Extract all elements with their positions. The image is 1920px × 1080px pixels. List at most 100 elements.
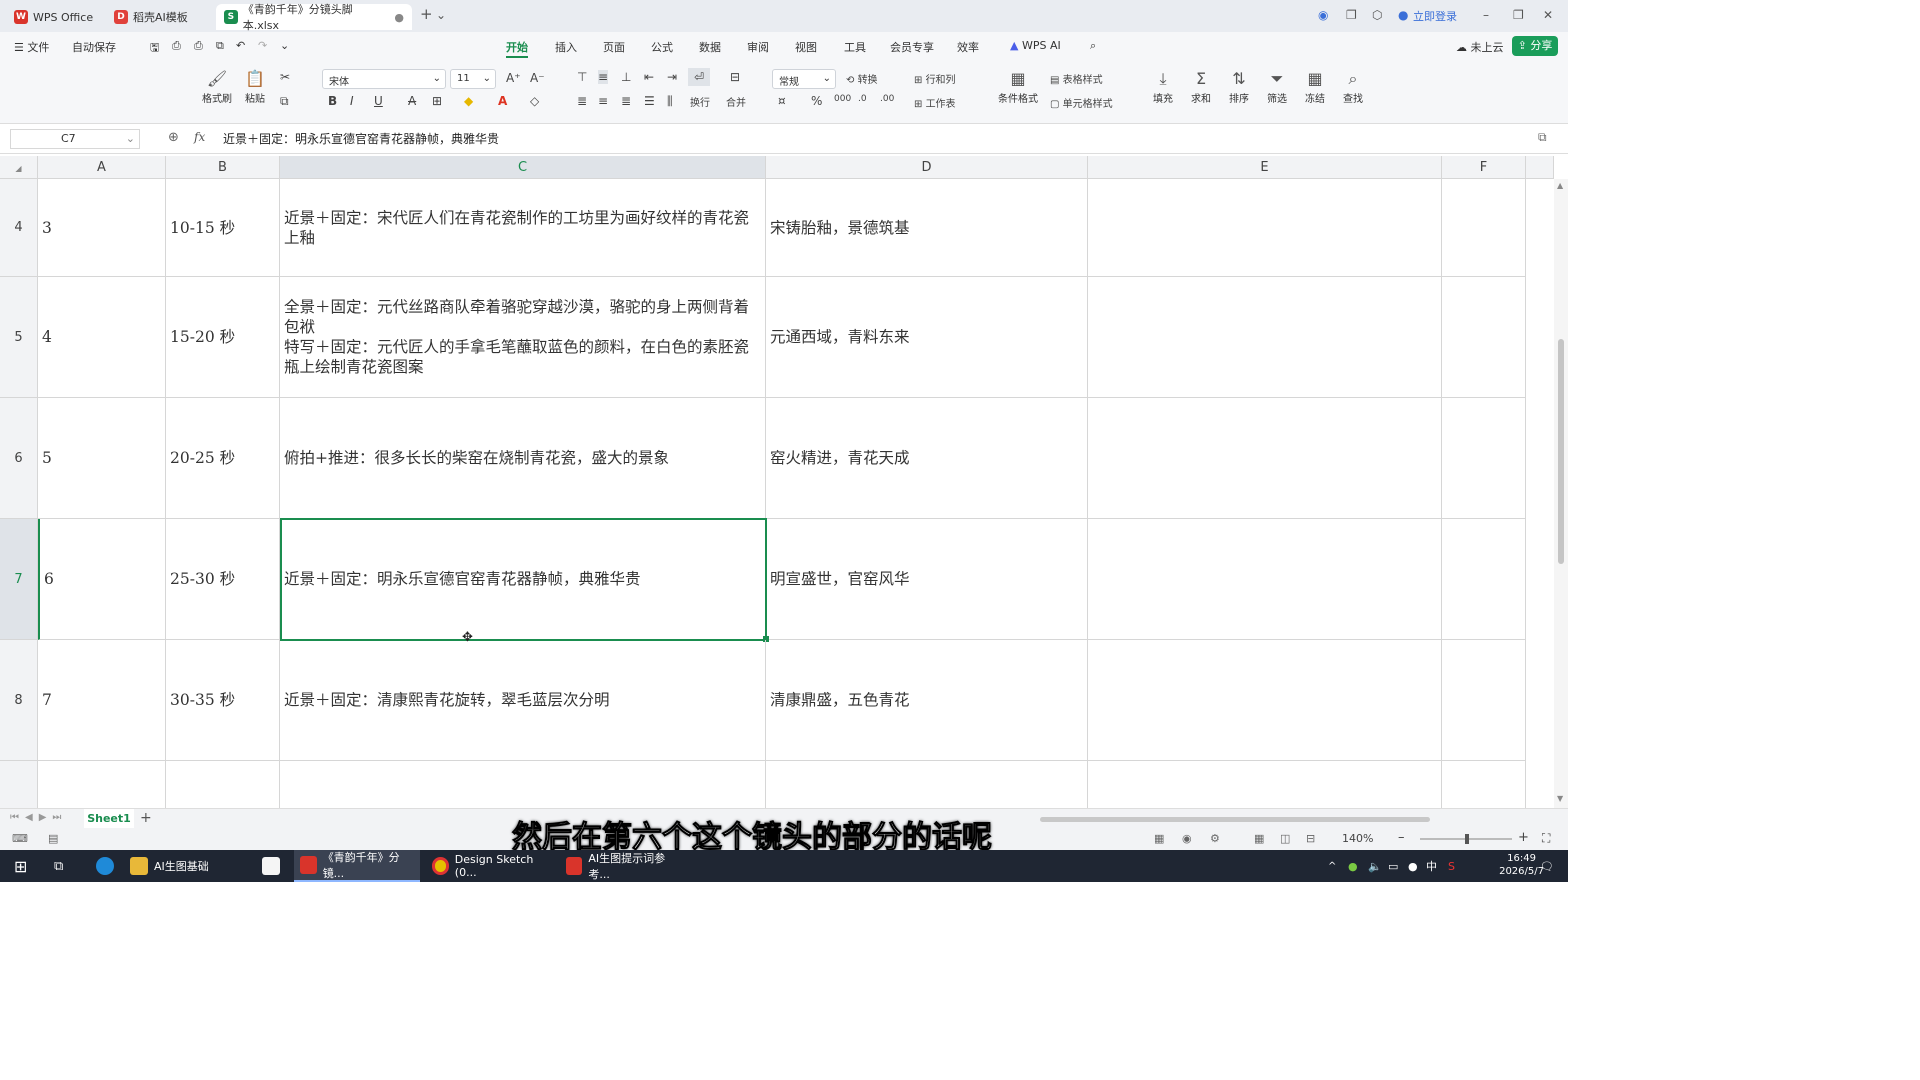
fill-button[interactable]: ⤓ 填充 (1146, 68, 1180, 105)
freeze-button[interactable]: ▦ 冻结 (1298, 68, 1332, 105)
zoom-formula-icon[interactable]: ⊕ (168, 130, 179, 145)
cube-icon[interactable]: ⬡ (1372, 8, 1382, 22)
number-format-select[interactable]: 常规 ⌄ (772, 69, 836, 89)
table-cell[interactable] (1088, 179, 1442, 277)
scroll-down-icon[interactable]: ▼ (1557, 794, 1563, 803)
scroll-thumb[interactable] (1558, 339, 1564, 564)
table-cell[interactable]: 7 (38, 640, 166, 761)
ai-assist-icon[interactable]: ◉ (1318, 8, 1328, 22)
column-header-f[interactable]: F (1442, 156, 1526, 179)
more-chevron-icon[interactable]: ⌄ (280, 39, 289, 52)
table-cell[interactable] (1442, 398, 1526, 519)
decrease-font-icon[interactable]: A⁻ (530, 71, 545, 85)
macro-icon[interactable]: ⌨ (12, 832, 28, 845)
italic-icon[interactable]: I (350, 94, 354, 108)
table-cell[interactable]: 全景＋固定：元代丝路商队牵着骆驼穿越沙漠，骆驼的身上两侧背着包袱 特写＋固定：元… (280, 277, 766, 398)
table-cell[interactable] (1088, 277, 1442, 398)
fill-color-icon[interactable]: ◆ (464, 94, 473, 108)
table-cell[interactable]: 30-35 秒 (166, 640, 280, 761)
tray-app-icon[interactable]: ● (1342, 850, 1364, 882)
table-cell[interactable] (280, 761, 766, 808)
save-icon[interactable]: 🖫 (150, 39, 159, 58)
find-button[interactable]: ⌕ 查找 (1336, 68, 1370, 105)
zoom-level[interactable]: 140% (1342, 832, 1373, 845)
merge-button[interactable]: 合并 (726, 94, 746, 109)
record-icon[interactable]: ▤ (48, 832, 58, 845)
table-cell[interactable]: 15-20 秒 (166, 277, 280, 398)
store-icon[interactable] (256, 850, 292, 882)
add-sheet-icon[interactable]: + (140, 810, 152, 826)
align-bottom-icon[interactable]: ⊥ (621, 70, 631, 84)
file-menu[interactable]: ☰ 文件 (14, 39, 49, 55)
increase-font-icon[interactable]: A⁺ (506, 71, 521, 85)
restore-icon[interactable]: ❐ (1513, 8, 1524, 22)
settings-icon[interactable]: ⚙ (1210, 832, 1220, 845)
taskbar-wps-doc[interactable]: AI生图提示词参考... (560, 850, 684, 882)
fx-icon[interactable]: fx (194, 130, 205, 144)
indent-increase-icon[interactable]: ⇥ (667, 70, 677, 84)
horizontal-scrollbar[interactable] (1040, 817, 1430, 822)
table-cell[interactable]: 清康鼎盛，五色青花 (766, 640, 1088, 761)
window-icon[interactable]: ❐ (1346, 8, 1357, 22)
menu-member[interactable]: 会员专享 (890, 39, 934, 55)
menu-review[interactable]: 审阅 (747, 39, 769, 55)
formula-input[interactable]: 近景＋固定：明永乐宣德官窑青花器静帧，典雅华贵 (223, 130, 499, 147)
column-header-a[interactable]: A (38, 156, 166, 179)
undo-icon[interactable]: ↶ (236, 39, 245, 52)
new-tab-icon[interactable]: + (420, 5, 433, 23)
table-cell[interactable] (1088, 519, 1442, 640)
tab-docer[interactable]: D 稻壳AI模板 (106, 4, 212, 30)
table-cell[interactable] (1442, 179, 1526, 277)
row-header[interactable]: 6 (0, 398, 38, 519)
sum-button[interactable]: Σ 求和 (1184, 68, 1218, 105)
eye-protection-icon[interactable]: ◉ (1182, 832, 1192, 845)
decimal-decrease-icon[interactable]: .00 (880, 94, 894, 104)
strikethrough-icon[interactable]: A (408, 94, 416, 108)
user-icon[interactable]: ● (1398, 8, 1408, 22)
decimal-increase-icon[interactable]: .0 (858, 94, 867, 104)
worksheet-button[interactable]: ⊞ 工作表 (914, 95, 956, 110)
page-layout-icon[interactable]: ◫ (1280, 832, 1290, 845)
tab-spreadsheet[interactable]: S 《青韵千年》分镜头脚本.xlsx ● (216, 3, 412, 32)
font-family-select[interactable]: 宋体 ⌄ (322, 69, 446, 89)
page-break-icon[interactable]: ⊟ (1306, 832, 1315, 845)
table-cell[interactable]: 10-15 秒 (166, 179, 280, 277)
redo-icon[interactable]: ↷ (258, 39, 267, 52)
cond-format-button[interactable]: ▦ 条件格式 (992, 68, 1044, 105)
convert-button[interactable]: ⟲ 转换 (846, 71, 878, 86)
export-icon[interactable]: ⎙ (172, 39, 181, 53)
bold-icon[interactable]: B (328, 94, 337, 108)
close-icon[interactable]: ✕ (1543, 8, 1553, 22)
table-cell[interactable]: 明宣盛世，官窑风华 (766, 519, 1088, 640)
wrap-button[interactable]: 换行 (690, 94, 710, 109)
copy-icon[interactable]: ⧉ (280, 94, 289, 109)
sheet-tab-active[interactable]: Sheet1 (84, 809, 134, 829)
ime-indicator[interactable]: 中 (1420, 850, 1443, 882)
vertical-scrollbar[interactable]: ▲ ▼ (1554, 179, 1568, 808)
table-cell[interactable]: 4 (38, 277, 166, 398)
table-cell[interactable] (1088, 761, 1442, 808)
align-middle-icon[interactable]: ≡ (598, 70, 609, 84)
menu-view[interactable]: 视图 (795, 39, 817, 55)
table-style-button[interactable]: ▤ 表格样式 (1050, 71, 1103, 86)
row-header[interactable]: 4 (0, 179, 38, 277)
minimize-icon[interactable]: – (1483, 8, 1489, 22)
column-header-c[interactable]: C (280, 156, 766, 179)
table-cell[interactable] (1442, 761, 1526, 808)
font-size-select[interactable]: 11 ⌄ (450, 69, 496, 89)
notification-icon[interactable]: 🗨 (1534, 850, 1560, 882)
zoom-slider[interactable] (1420, 834, 1512, 844)
indent-decrease-icon[interactable]: ⇤ (644, 70, 654, 84)
menu-page[interactable]: 页面 (603, 39, 625, 55)
table-cell[interactable]: 宋铸胎釉，景德筑基 (766, 179, 1088, 277)
table-cell[interactable]: 20-25 秒 (166, 398, 280, 519)
active-cell[interactable]: 近景＋固定：明永乐宣德官窑青花器静帧，典雅华贵 (280, 519, 766, 640)
percent-icon[interactable]: % (811, 94, 822, 108)
cloud-status[interactable]: ☁ 未上云 (1456, 39, 1504, 55)
select-all-corner[interactable]: ◢ (0, 156, 38, 179)
row-header-selected[interactable]: 7 (0, 519, 38, 640)
login-link[interactable]: 立即登录 (1413, 8, 1457, 24)
name-box[interactable]: C7 ⌄ (10, 129, 140, 149)
table-cell[interactable]: 近景＋固定：清康熙青花旋转，翠毛蓝层次分明 (280, 640, 766, 761)
tray-chevron-icon[interactable]: ^ (1322, 850, 1342, 882)
